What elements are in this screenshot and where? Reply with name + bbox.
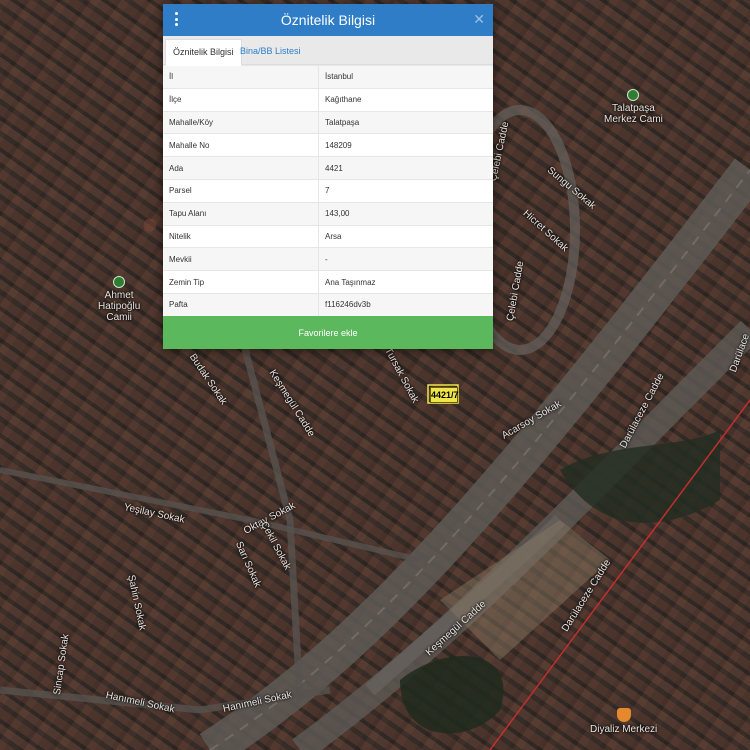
attribute-value: Ana Taşınmaz [318, 270, 493, 294]
table-row: Parsel 7 [163, 178, 493, 203]
attribute-label: Mahalle No [163, 133, 319, 157]
attribute-label: İlçe [163, 87, 319, 112]
table-row: Ada 4421 [163, 156, 493, 180]
table-row: Zemin Tip Ana Taşınmaz [163, 270, 493, 294]
table-row: İlçe Kağıthane [163, 87, 493, 112]
add-to-favorites-button[interactable]: Favorilere ekle [163, 316, 493, 349]
poi-hospital-label: Diyaliz Merkezi [590, 724, 658, 735]
poi-talatpasa-line1: Talatpaşa [612, 103, 655, 114]
attribute-value: Arsa [318, 224, 493, 248]
attribute-table: İl İstanbul İlçe Kağıthane Mahalle/Köy Talatp… [163, 65, 493, 316]
attribute-info-dialog: Öznitelik Bilgisi ✕ Öznitelik Bilgisi Bi… [163, 4, 493, 349]
attribute-value: Kağıthane [318, 87, 493, 112]
attribute-label: Parsel [163, 178, 319, 203]
attribute-label: İl [163, 65, 319, 89]
table-row: Mahalle No 148209 [163, 133, 493, 157]
dialog-header: Öznitelik Bilgisi ✕ [163, 4, 493, 36]
tab-building-list[interactable]: Bina/BB Listesi [233, 39, 308, 64]
attribute-label: Pafta [163, 292, 319, 316]
mosque-icon [627, 89, 640, 101]
poi-talatpasa-mosque[interactable]: Talatpaşa Merkez Cami [604, 89, 663, 125]
poi-ahmet-line3: Camii [106, 312, 132, 323]
poi-hospital[interactable]: Diyaliz Merkezi [590, 708, 657, 735]
dialog-tabs: Öznitelik Bilgisi Bina/BB Listesi [163, 36, 493, 66]
attribute-value: İstanbul [318, 65, 493, 89]
poi-talatpasa-line2: Merkez Cami [604, 114, 663, 125]
attribute-value: Talatpaşa [318, 110, 493, 134]
tab-attribute-info[interactable]: Öznitelik Bilgisi [165, 39, 242, 66]
poi-ahmet-line2: Hatipoğlu [98, 301, 141, 312]
parcel-label[interactable]: 4421/7 [430, 387, 459, 403]
close-icon[interactable]: ✕ [473, 11, 485, 27]
attribute-value: 4421 [318, 156, 493, 180]
table-row: Mevkii - [163, 247, 493, 271]
attribute-label: Ada [163, 156, 319, 180]
poi-ahmet-mosque[interactable]: Ahmet Hatipoğlu Camii [98, 276, 140, 323]
attribute-value: 7 [318, 178, 493, 203]
table-row: Tapu Alanı 143,00 [163, 201, 493, 226]
attribute-value: f116246dv3b [318, 292, 493, 316]
attribute-label: Nitelik [163, 224, 319, 248]
attribute-value: 143,00 [318, 201, 493, 226]
attribute-label: Zemin Tip [163, 270, 319, 294]
attribute-value: 148209 [318, 133, 493, 157]
attribute-label: Mahalle/Köy [163, 110, 319, 134]
table-row: İl İstanbul [163, 65, 493, 89]
hospital-icon [616, 708, 631, 722]
dialog-title: Öznitelik Bilgisi [280, 12, 376, 28]
attribute-value: - [318, 247, 493, 271]
table-row: Nitelik Arsa [163, 224, 493, 248]
table-row: Pafta f116246dv3b [163, 292, 493, 316]
attribute-label: Mevkii [163, 247, 319, 271]
attribute-label: Tapu Alanı [163, 201, 319, 226]
mosque-icon [113, 276, 126, 288]
poi-ahmet-line1: Ahmet [104, 290, 134, 301]
table-row: Mahalle/Köy Talatpaşa [163, 110, 493, 134]
